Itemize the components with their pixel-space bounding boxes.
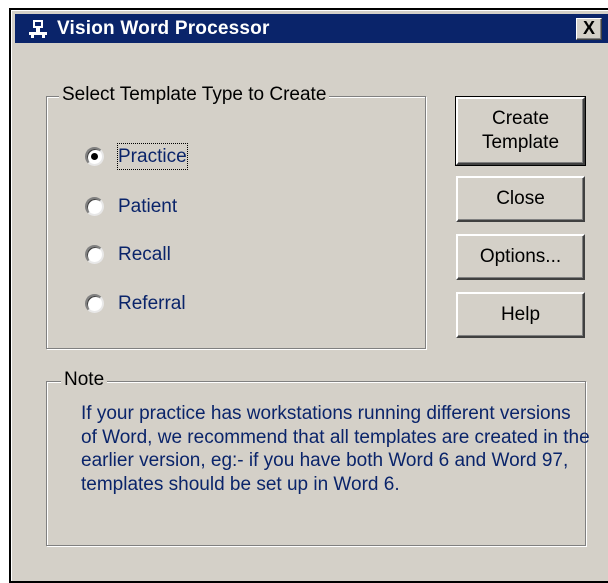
radio-selected-dot: [91, 153, 98, 160]
radio-patient-button[interactable]: [85, 197, 104, 216]
radio-referral-label[interactable]: Referral: [118, 291, 186, 316]
title-bar[interactable]: Vision Word Processor X: [15, 14, 608, 43]
template-type-group: Select Template Type to Create Practice …: [46, 84, 426, 349]
create-template-button[interactable]: Create Template: [455, 96, 586, 166]
close-icon: X: [582, 18, 595, 38]
close-window-button[interactable]: X: [576, 18, 602, 40]
radio-referral-button[interactable]: [85, 294, 104, 313]
create-template-label-line2: Template: [481, 132, 560, 153]
radio-practice-button[interactable]: [85, 147, 104, 166]
close-button-label: Close: [496, 188, 545, 209]
note-text: If your practice has workstations runnin…: [81, 403, 590, 495]
dialog-window: Vision Word Processor X Select Template …: [9, 8, 608, 583]
vision-app-icon: [27, 18, 49, 40]
options-button[interactable]: Options...: [456, 234, 585, 280]
options-button-label: Options...: [479, 246, 562, 267]
radio-patient-label[interactable]: Patient: [118, 194, 177, 219]
radio-practice-label[interactable]: Practice: [117, 143, 188, 170]
window-title: Vision Word Processor: [57, 18, 270, 39]
note-group: Note If your practice has workstations r…: [46, 369, 590, 546]
template-type-group-label: Select Template Type to Create: [59, 84, 330, 106]
help-button[interactable]: Help: [456, 292, 585, 338]
note-group-label: Note: [61, 369, 108, 391]
radio-recall-button[interactable]: [85, 245, 104, 264]
close-button[interactable]: Close: [456, 176, 585, 222]
create-template-label-line1: Create: [491, 108, 550, 129]
radio-recall-label[interactable]: Recall: [118, 242, 171, 267]
help-button-label: Help: [500, 304, 541, 325]
